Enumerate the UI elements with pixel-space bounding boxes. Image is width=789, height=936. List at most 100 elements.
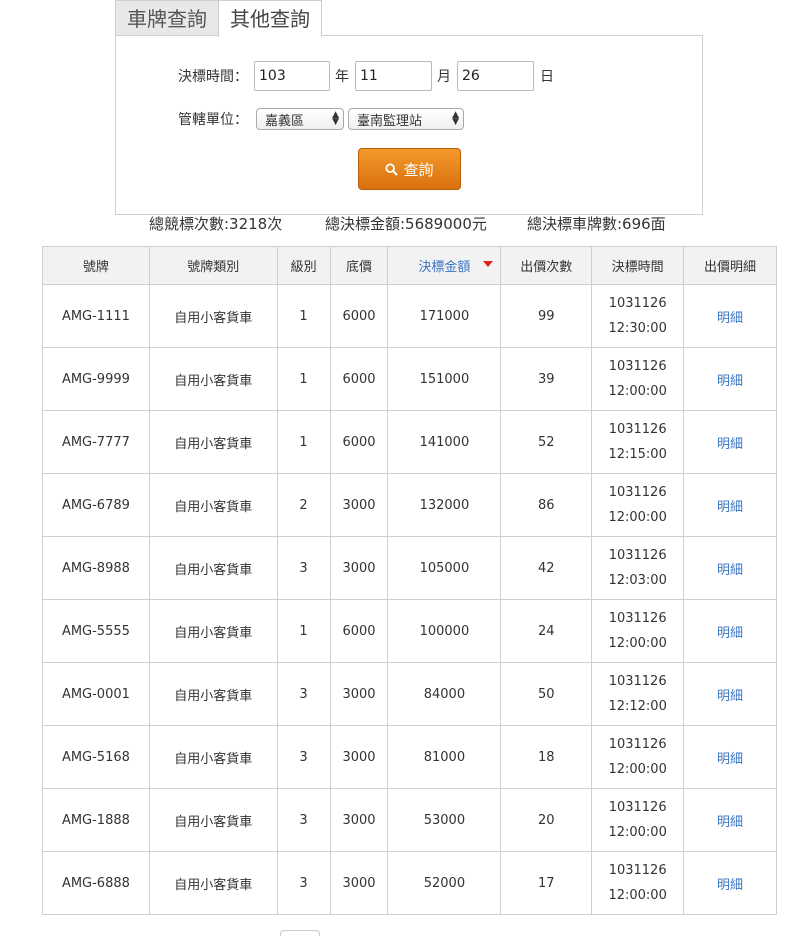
detail-link[interactable]: 明細: [717, 563, 743, 578]
cell-bid-count: 86: [500, 473, 593, 537]
cell-plate-type: 自用小客貨車: [148, 284, 278, 348]
cell-plate: AMG-1888: [42, 788, 150, 852]
cell-bid-detail: 明細: [683, 851, 777, 915]
cell-bid-detail: 明細: [683, 599, 777, 663]
cell-bid-count: 52: [500, 410, 593, 474]
cell-winning-amount: 105000: [387, 536, 502, 600]
unit-row: 管轄單位： 嘉義區 ▲ ▼ 臺南監理站 ▲ ▼: [178, 108, 468, 130]
station-select[interactable]: 臺南監理站 ▲ ▼: [348, 108, 464, 130]
cell-award-time: 1031126 12:00:00: [591, 473, 685, 537]
cell-bid-count: 17: [500, 851, 593, 915]
cell-winning-amount: 151000: [387, 347, 502, 411]
detail-link[interactable]: 明細: [717, 500, 743, 515]
award-date: 1031126: [608, 485, 667, 500]
cell-level: 1: [276, 599, 331, 663]
cell-bid-count: 50: [500, 662, 593, 726]
day-input[interactable]: [457, 61, 534, 91]
cell-winning-amount: 100000: [387, 599, 502, 663]
cell-plate: AMG-8988: [42, 536, 150, 600]
award-clock-time: 12:03:00: [608, 573, 667, 588]
cell-bid-count: 99: [500, 284, 593, 348]
cell-bid-detail: 明細: [683, 347, 777, 411]
award-date: 1031126: [608, 359, 667, 374]
tab-other-query[interactable]: 其他查詢: [218, 0, 322, 37]
select-arrows-icon: ▲ ▼: [332, 110, 339, 127]
cell-plate: AMG-0001: [42, 662, 150, 726]
day-unit: 日: [540, 69, 554, 85]
cell-winning-amount: 132000: [387, 473, 502, 537]
header-bid-count[interactable]: 出價次數: [500, 246, 593, 285]
cell-bid-detail: 明細: [683, 662, 777, 726]
year-input[interactable]: [254, 61, 330, 91]
pagination-top-edge: [280, 930, 320, 936]
table-row: AMG-8988 自用小客貨車 3 3000 105000 42 1031126 12:03:…: [42, 536, 777, 600]
cell-level: 3: [276, 725, 331, 789]
cell-bid-detail: 明細: [683, 410, 777, 474]
cell-winning-amount: 84000: [387, 662, 502, 726]
header-winning-amount[interactable]: 決標金額: [387, 246, 502, 285]
month-unit: 月: [437, 69, 451, 85]
cell-plate: AMG-6888: [42, 851, 150, 915]
table-row: AMG-7777 自用小客貨車 1 6000 141000 52 1031126 12:15:…: [42, 410, 777, 474]
header-level[interactable]: 級別: [276, 246, 331, 285]
sort-desc-icon: [483, 261, 494, 267]
detail-link[interactable]: 明細: [717, 626, 743, 641]
cell-bid-count: 24: [500, 599, 593, 663]
header-award-time[interactable]: 決標時間: [591, 246, 685, 285]
table-row: AMG-1888 自用小客貨車 3 3000 53000 20 1031126 12:00:0…: [42, 788, 777, 852]
cell-bid-detail: 明細: [683, 284, 777, 348]
table-row: AMG-6789 自用小客貨車 2 3000 132000 86 1031126 12:00:…: [42, 473, 777, 537]
header-plate-type[interactable]: 號牌類別: [148, 246, 278, 285]
cell-bid-detail: 明細: [683, 725, 777, 789]
cell-plate: AMG-5555: [42, 599, 150, 663]
cell-base-price: 3000: [329, 536, 389, 600]
detail-link[interactable]: 明細: [717, 374, 743, 389]
header-base-price[interactable]: 底價: [329, 246, 389, 285]
table-row: AMG-9999 自用小客貨車 1 6000 151000 39 1031126 12:00:…: [42, 347, 777, 411]
header-bid-detail[interactable]: 出價明細: [683, 246, 777, 285]
tab-plate-query[interactable]: 車牌查詢: [115, 0, 219, 37]
cell-winning-amount: 171000: [387, 284, 502, 348]
cell-award-time: 1031126 12:00:00: [591, 788, 685, 852]
header-plate[interactable]: 號牌: [42, 246, 150, 285]
cell-plate-type: 自用小客貨車: [148, 347, 278, 411]
cell-level: 1: [276, 284, 331, 348]
award-date: 1031126: [608, 800, 667, 815]
award-clock-time: 12:00:00: [608, 888, 667, 903]
cell-award-time: 1031126 12:12:00: [591, 662, 685, 726]
detail-link[interactable]: 明細: [717, 689, 743, 704]
award-clock-time: 12:00:00: [608, 510, 667, 525]
unit-label: 管轄單位：: [178, 112, 248, 128]
table-row: AMG-1111 自用小客貨車 1 6000 171000 99 1031126 12:30:…: [42, 284, 777, 348]
cell-base-price: 6000: [329, 347, 389, 411]
detail-link[interactable]: 明細: [717, 878, 743, 893]
cell-plate: AMG-1111: [42, 284, 150, 348]
detail-link[interactable]: 明細: [717, 752, 743, 767]
detail-link[interactable]: 明細: [717, 311, 743, 326]
cell-plate-type: 自用小客貨車: [148, 599, 278, 663]
cell-plate: AMG-5168: [42, 725, 150, 789]
cell-base-price: 3000: [329, 851, 389, 915]
cell-base-price: 3000: [329, 473, 389, 537]
cell-level: 2: [276, 473, 331, 537]
cell-plate: AMG-7777: [42, 410, 150, 474]
detail-link[interactable]: 明細: [717, 437, 743, 452]
table-row: AMG-0001 自用小客貨車 3 3000 84000 50 1031126 12:12:0…: [42, 662, 777, 726]
cell-bid-detail: 明細: [683, 788, 777, 852]
total-plates: 總決標車牌數:696面: [527, 215, 666, 233]
detail-link[interactable]: 明細: [717, 815, 743, 830]
cell-award-time: 1031126 12:00:00: [591, 347, 685, 411]
cell-winning-amount: 52000: [387, 851, 502, 915]
cell-award-time: 1031126 12:00:00: [591, 599, 685, 663]
station-value: 臺南監理站: [357, 113, 423, 129]
award-date: 1031126: [608, 611, 667, 626]
cell-award-time: 1031126 12:15:00: [591, 410, 685, 474]
cell-plate-type: 自用小客貨車: [148, 536, 278, 600]
query-button[interactable]: 查詢: [358, 148, 461, 190]
month-input[interactable]: [355, 61, 432, 91]
cell-level: 3: [276, 662, 331, 726]
district-select[interactable]: 嘉義區 ▲ ▼: [256, 108, 344, 130]
award-date: 1031126: [608, 296, 667, 311]
cell-base-price: 6000: [329, 410, 389, 474]
cell-plate-type: 自用小客貨車: [148, 410, 278, 474]
